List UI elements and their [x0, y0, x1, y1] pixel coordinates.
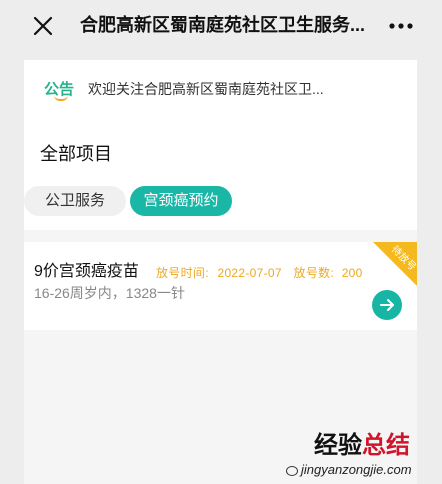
tab-public-health[interactable]: 公卫服务	[24, 186, 126, 216]
wechat-icon	[286, 465, 298, 476]
release-info: 放号时间: 2022-07-07 放号数: 200	[156, 264, 363, 282]
tab-cervical-cancer[interactable]: 宫颈癌预约	[130, 186, 232, 216]
release-time-label: 放号时间:	[156, 266, 209, 280]
more-button[interactable]	[386, 16, 416, 36]
top-bar: 合肥高新区蜀南庭苑社区卫生服务...	[0, 0, 442, 50]
arrow-right-icon	[380, 299, 394, 311]
project-section: 全部项目 公卫服务 宫颈癌预约	[24, 118, 417, 230]
notice-bar[interactable]: 公告 欢迎关注合肥高新区蜀南庭苑社区卫...	[24, 60, 417, 118]
vaccine-description: 16-26周岁内，1328一针	[34, 285, 185, 301]
close-button[interactable]	[30, 13, 56, 39]
go-button[interactable]	[372, 290, 402, 320]
watermark-brand: 经验总结	[314, 432, 410, 460]
release-count-value: 200	[341, 266, 363, 280]
content-area: 公告 欢迎关注合肥高新区蜀南庭苑社区卫... 全部项目 公卫服务 宫颈癌预约 9…	[24, 60, 417, 484]
release-count-label: 放号数:	[293, 266, 335, 280]
vaccine-title: 9价宫颈癌疫苗	[34, 263, 139, 280]
status-ribbon: 待放号	[373, 242, 417, 286]
smile-icon	[54, 95, 68, 101]
section-title: 全部项目	[40, 144, 112, 164]
more-icon	[389, 23, 413, 29]
watermark-url-text: jingyanzongjie.com	[301, 462, 412, 477]
page-title: 合肥高新区蜀南庭苑社区卫生服务...	[80, 15, 366, 35]
watermark-brand-part1: 经验	[314, 432, 362, 459]
watermark-url: jingyanzongjie.com	[286, 462, 412, 478]
notice-badge: 公告	[44, 78, 82, 102]
watermark: 经验总结 jingyanzongjie.com	[286, 432, 436, 482]
notice-text: 欢迎关注合肥高新区蜀南庭苑社区卫...	[88, 81, 324, 97]
watermark-brand-part2: 总结	[362, 432, 410, 459]
vaccine-card[interactable]: 9价宫颈癌疫苗 放号时间: 2022-07-07 放号数: 200 16-26周…	[24, 242, 417, 330]
close-icon	[33, 16, 53, 36]
release-time-value: 2022-07-07	[217, 266, 282, 280]
